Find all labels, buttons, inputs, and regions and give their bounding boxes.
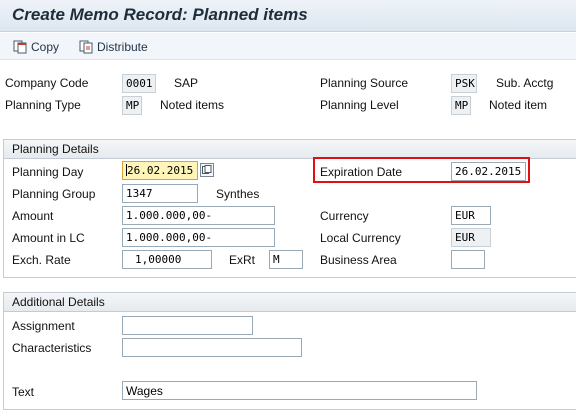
planning-group-text: Synthes xyxy=(216,187,260,201)
company-code-label: Company Code xyxy=(5,76,89,90)
expiration-date-field[interactable]: 26.02.2015 xyxy=(451,162,526,181)
planning-day-label: Planning Day xyxy=(12,165,84,179)
planning-type-field[interactable]: MP xyxy=(122,96,142,115)
expiration-date-label: Expiration Date xyxy=(320,165,403,179)
text-label: Text xyxy=(12,385,35,399)
exrt-field[interactable]: M xyxy=(269,250,303,269)
distribute-icon xyxy=(79,40,93,54)
exch-rate-label: Exch. Rate xyxy=(12,253,71,267)
characteristics-field[interactable] xyxy=(122,338,302,357)
application-toolbar: Copy Distribute xyxy=(0,33,576,60)
amount-lc-field[interactable]: 1.000.000,00- xyxy=(122,228,275,247)
exch-rate-field[interactable]: 1,00000 xyxy=(122,250,212,269)
planning-source-field[interactable]: PSK xyxy=(451,74,477,93)
text-field[interactable]: Wages xyxy=(122,381,477,400)
planning-day-value: 26.02.2015 xyxy=(127,164,194,177)
amount-field[interactable]: 1.000.000,00- xyxy=(122,206,275,225)
planning-level-label: Planning Level xyxy=(320,98,399,112)
additional-details-header: Additional Details xyxy=(4,293,576,312)
planning-type-text: Noted items xyxy=(160,98,225,112)
currency-field[interactable]: EUR xyxy=(451,206,491,225)
amount-lc-label: Amount in LC xyxy=(12,231,85,245)
copy-icon xyxy=(13,40,27,54)
company-code-field[interactable]: 0001 xyxy=(122,74,156,93)
distribute-label: Distribute xyxy=(97,40,148,54)
amount-label: Amount xyxy=(12,209,54,223)
local-currency-field[interactable]: EUR xyxy=(451,228,491,247)
calendar-help-button[interactable] xyxy=(200,163,214,177)
planning-group-field[interactable]: 1347 xyxy=(122,184,198,203)
planning-level-text: Noted item xyxy=(489,98,548,112)
company-code-text: SAP xyxy=(174,76,199,90)
calendar-icon xyxy=(202,165,212,174)
planning-level-field[interactable]: MP xyxy=(451,96,471,115)
exrt-label: ExRt xyxy=(229,253,256,267)
planning-type-label: Planning Type xyxy=(5,98,81,112)
title-bar: Create Memo Record: Planned items xyxy=(0,0,576,32)
planning-source-text: Sub. Acctg xyxy=(496,76,554,90)
copy-label: Copy xyxy=(31,40,60,54)
window-title: Create Memo Record: Planned items xyxy=(12,5,308,24)
business-area-field[interactable] xyxy=(451,250,485,269)
currency-label: Currency xyxy=(320,209,369,223)
planning-group-label: Planning Group xyxy=(12,187,96,201)
planning-day-field[interactable]: 26.02.2015 xyxy=(122,161,198,180)
assignment-field[interactable] xyxy=(122,316,253,335)
local-currency-label: Local Currency xyxy=(320,231,401,245)
planning-source-label: Planning Source xyxy=(320,76,409,90)
business-area-label: Business Area xyxy=(320,253,397,267)
copy-button[interactable]: Copy xyxy=(13,38,59,56)
characteristics-label: Characteristics xyxy=(12,341,92,355)
assignment-label: Assignment xyxy=(12,319,75,333)
distribute-button[interactable]: Distribute xyxy=(79,38,148,56)
